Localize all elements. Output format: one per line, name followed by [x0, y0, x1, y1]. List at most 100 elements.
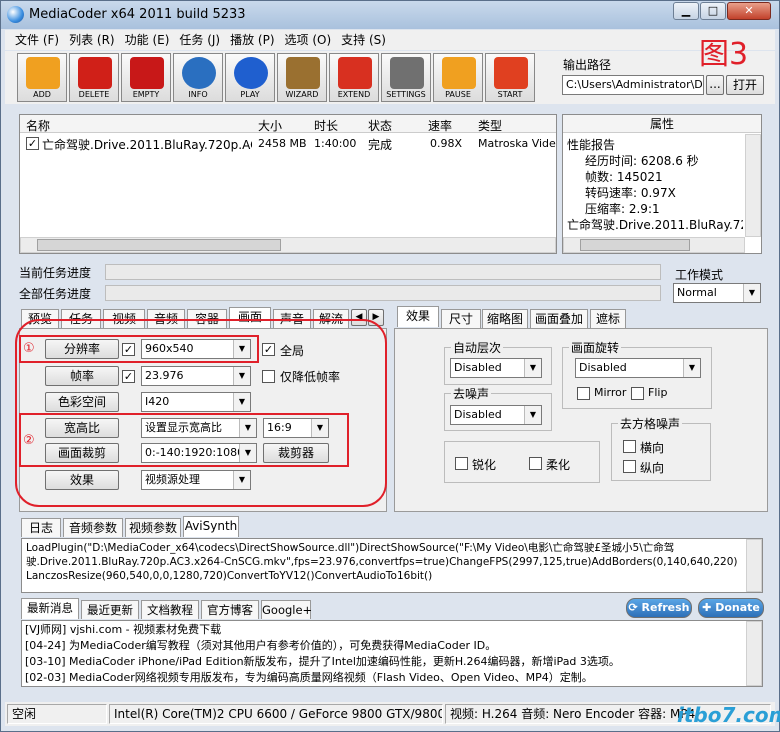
effect-button[interactable]: 效果 [45, 470, 119, 490]
list-item[interactable]: [VJ师网] vjshi.com - 视频素材免费下载 [25, 622, 741, 638]
colorspace-select[interactable]: I420 [141, 392, 251, 412]
properties-hscrollbar[interactable] [563, 237, 745, 253]
donate-label: Donate [715, 601, 760, 614]
column-header[interactable]: 时长 [314, 117, 338, 134]
empty-button[interactable]: EMPTY [121, 53, 171, 102]
deinterlace-select[interactable]: Disabled [450, 358, 542, 378]
aspect-mode-select[interactable]: 设置显示宽高比 [141, 418, 257, 438]
soften-checkbox[interactable] [529, 457, 542, 470]
settings-button[interactable]: SETTINGS [381, 53, 431, 102]
right-tab[interactable]: 画面叠加 [530, 309, 588, 328]
window-title: MediaCoder x64 2011 build 5233 [29, 7, 246, 22]
close-button[interactable]: ✕ [727, 2, 771, 20]
info-button[interactable]: INFO [173, 53, 223, 102]
aspect-select[interactable]: 16:9 [263, 418, 329, 438]
scroll-thumb[interactable] [580, 239, 690, 251]
menu-item[interactable]: 列表 (R) [69, 30, 115, 50]
menu-bar: 文件 (F) 列表 (R) 功能 (E) 任务 (J) 播放 (P) 选项 (O) 支持 (… [5, 30, 775, 50]
script-line: LoadPlugin("D:\MediaCoder_x64\codecs\Dir… [26, 542, 675, 554]
lower-only-checkbox[interactable] [262, 370, 275, 383]
right-tab[interactable]: 效果 [397, 306, 439, 327]
log-tab[interactable]: AviSynth [183, 516, 239, 537]
column-header[interactable]: 名称 [26, 117, 50, 134]
resolution-select[interactable]: 960x540 [141, 339, 251, 359]
avisynth-vscrollbar[interactable] [746, 539, 762, 592]
list-item[interactable]: [04-24] 为MediaCoder编写教程（须对其他用户有参考价值的），可免… [25, 638, 741, 654]
avisynth-script-box[interactable]: LoadPlugin("D:\MediaCoder_x64\codecs\Dir… [21, 538, 763, 593]
play-button[interactable]: PLAY [225, 53, 275, 102]
fullscreen-checkbox[interactable]: ✓ [262, 343, 275, 356]
file-list-hscrollbar[interactable] [20, 237, 556, 253]
minimize-button[interactable]: ▁ [673, 2, 699, 20]
start-button[interactable]: START [485, 53, 535, 102]
toolbar-button-label: START [497, 90, 523, 99]
column-header[interactable]: 速率 [428, 117, 452, 134]
wizard-button[interactable]: WIZARD [277, 53, 327, 102]
news-tab[interactable]: Google+ [261, 600, 312, 619]
right-tab[interactable]: 缩略图 [482, 309, 528, 328]
news-tab[interactable]: 最新消息 [21, 598, 79, 619]
log-tab[interactable]: 日志 [21, 518, 61, 537]
right-tab[interactable]: 遮标 [590, 309, 626, 328]
news-list[interactable]: [VJ师网] vjshi.com - 视频素材免费下载 [04-24] 为Medi… [21, 620, 763, 687]
open-button[interactable]: 打开 [726, 75, 764, 95]
sharpen-checkbox[interactable] [455, 457, 468, 470]
flip-checkbox[interactable] [631, 387, 644, 400]
menu-item[interactable]: 支持 (S) [341, 30, 386, 50]
column-header[interactable]: 状态 [368, 117, 392, 134]
framerate-select[interactable]: 23.976 [141, 366, 251, 386]
row-checkbox[interactable]: ✓ [26, 137, 39, 150]
maximize-button[interactable]: □ [700, 2, 726, 20]
output-path-field[interactable]: C:\Users\Administrator\Desk [562, 75, 704, 95]
news-tab[interactable]: 官方博客 [201, 600, 259, 619]
menu-item[interactable]: 选项 (O) [285, 30, 332, 50]
delete-button[interactable]: DELETE [69, 53, 119, 102]
table-row[interactable]: ✓ 亡命驾驶.Drive.2011.BluRay.720p.AC3.... 24… [20, 134, 556, 152]
browse-button[interactable]: ... [706, 75, 724, 95]
current-progress-label: 当前任务进度 [19, 266, 92, 280]
news-vscrollbar[interactable] [746, 621, 762, 686]
news-tab[interactable]: 最近更新 [81, 600, 139, 619]
resolution-checkbox[interactable]: ✓ [122, 343, 135, 356]
menu-item[interactable]: 任务 (J) [179, 30, 220, 50]
list-item[interactable]: [03-10] MediaCoder iPhone/iPad Edition新版… [25, 654, 741, 670]
framerate-checkbox[interactable]: ✓ [122, 370, 135, 383]
menu-item[interactable]: 播放 (P) [230, 30, 274, 50]
menu-item[interactable]: 功能 (E) [125, 30, 170, 50]
toolbar-button-label: INFO [188, 90, 208, 99]
extend-icon [338, 57, 372, 89]
denoise-select[interactable]: Disabled [450, 405, 542, 425]
pause-button[interactable]: PAUSE [433, 53, 483, 102]
column-header[interactable]: 类型 [478, 117, 502, 134]
column-header[interactable]: 大小 [258, 117, 282, 134]
aspect-button[interactable]: 宽高比 [45, 418, 119, 438]
colorspace-button[interactable]: 色彩空间 [45, 392, 119, 412]
rotate-select[interactable]: Disabled [575, 358, 701, 378]
crop-select[interactable]: 0:-140:1920:1080 [141, 443, 257, 463]
list-item[interactable]: [02-03] MediaCoder网络视频专用版发布，专为编码高质量网络视频（… [25, 670, 741, 686]
resolution-button[interactable]: 分辨率 [45, 339, 119, 359]
news-tab[interactable]: 文档教程 [141, 600, 199, 619]
effect-select[interactable]: 视频源处理 [141, 470, 251, 490]
figure-annotation: 图3 [699, 37, 749, 72]
right-tab[interactable]: 尺寸 [441, 309, 481, 328]
work-mode-select[interactable]: Normal [673, 283, 761, 303]
scroll-thumb[interactable] [37, 239, 281, 251]
menu-item[interactable]: 文件 (F) [15, 30, 59, 50]
log-tab[interactable]: 视频参数 [125, 518, 181, 537]
log-tab[interactable]: 音频参数 [63, 518, 123, 537]
cropper-button[interactable]: 裁剪器 [263, 443, 329, 463]
property-line: 帧数: 145021 [585, 170, 663, 184]
framerate-button[interactable]: 帧率 [45, 366, 119, 386]
crop-button[interactable]: 画面裁剪 [45, 443, 119, 463]
refresh-button[interactable]: ⟳ Refresh [626, 598, 692, 618]
add-button[interactable]: ADD [17, 53, 67, 102]
file-list[interactable]: 名称 大小 时长 状态 速率 类型 ✓ 亡命驾驶.Drive.2011.BluRay.72… [19, 114, 557, 254]
properties-header: 属性 [563, 115, 761, 133]
donate-button[interactable]: ✚ Donate [698, 598, 764, 618]
mirror-checkbox[interactable] [577, 387, 590, 400]
vertical-checkbox[interactable] [623, 460, 636, 473]
current-progress-bar [105, 264, 661, 280]
extend-button[interactable]: EXTEND [329, 53, 379, 102]
horizontal-checkbox[interactable] [623, 440, 636, 453]
